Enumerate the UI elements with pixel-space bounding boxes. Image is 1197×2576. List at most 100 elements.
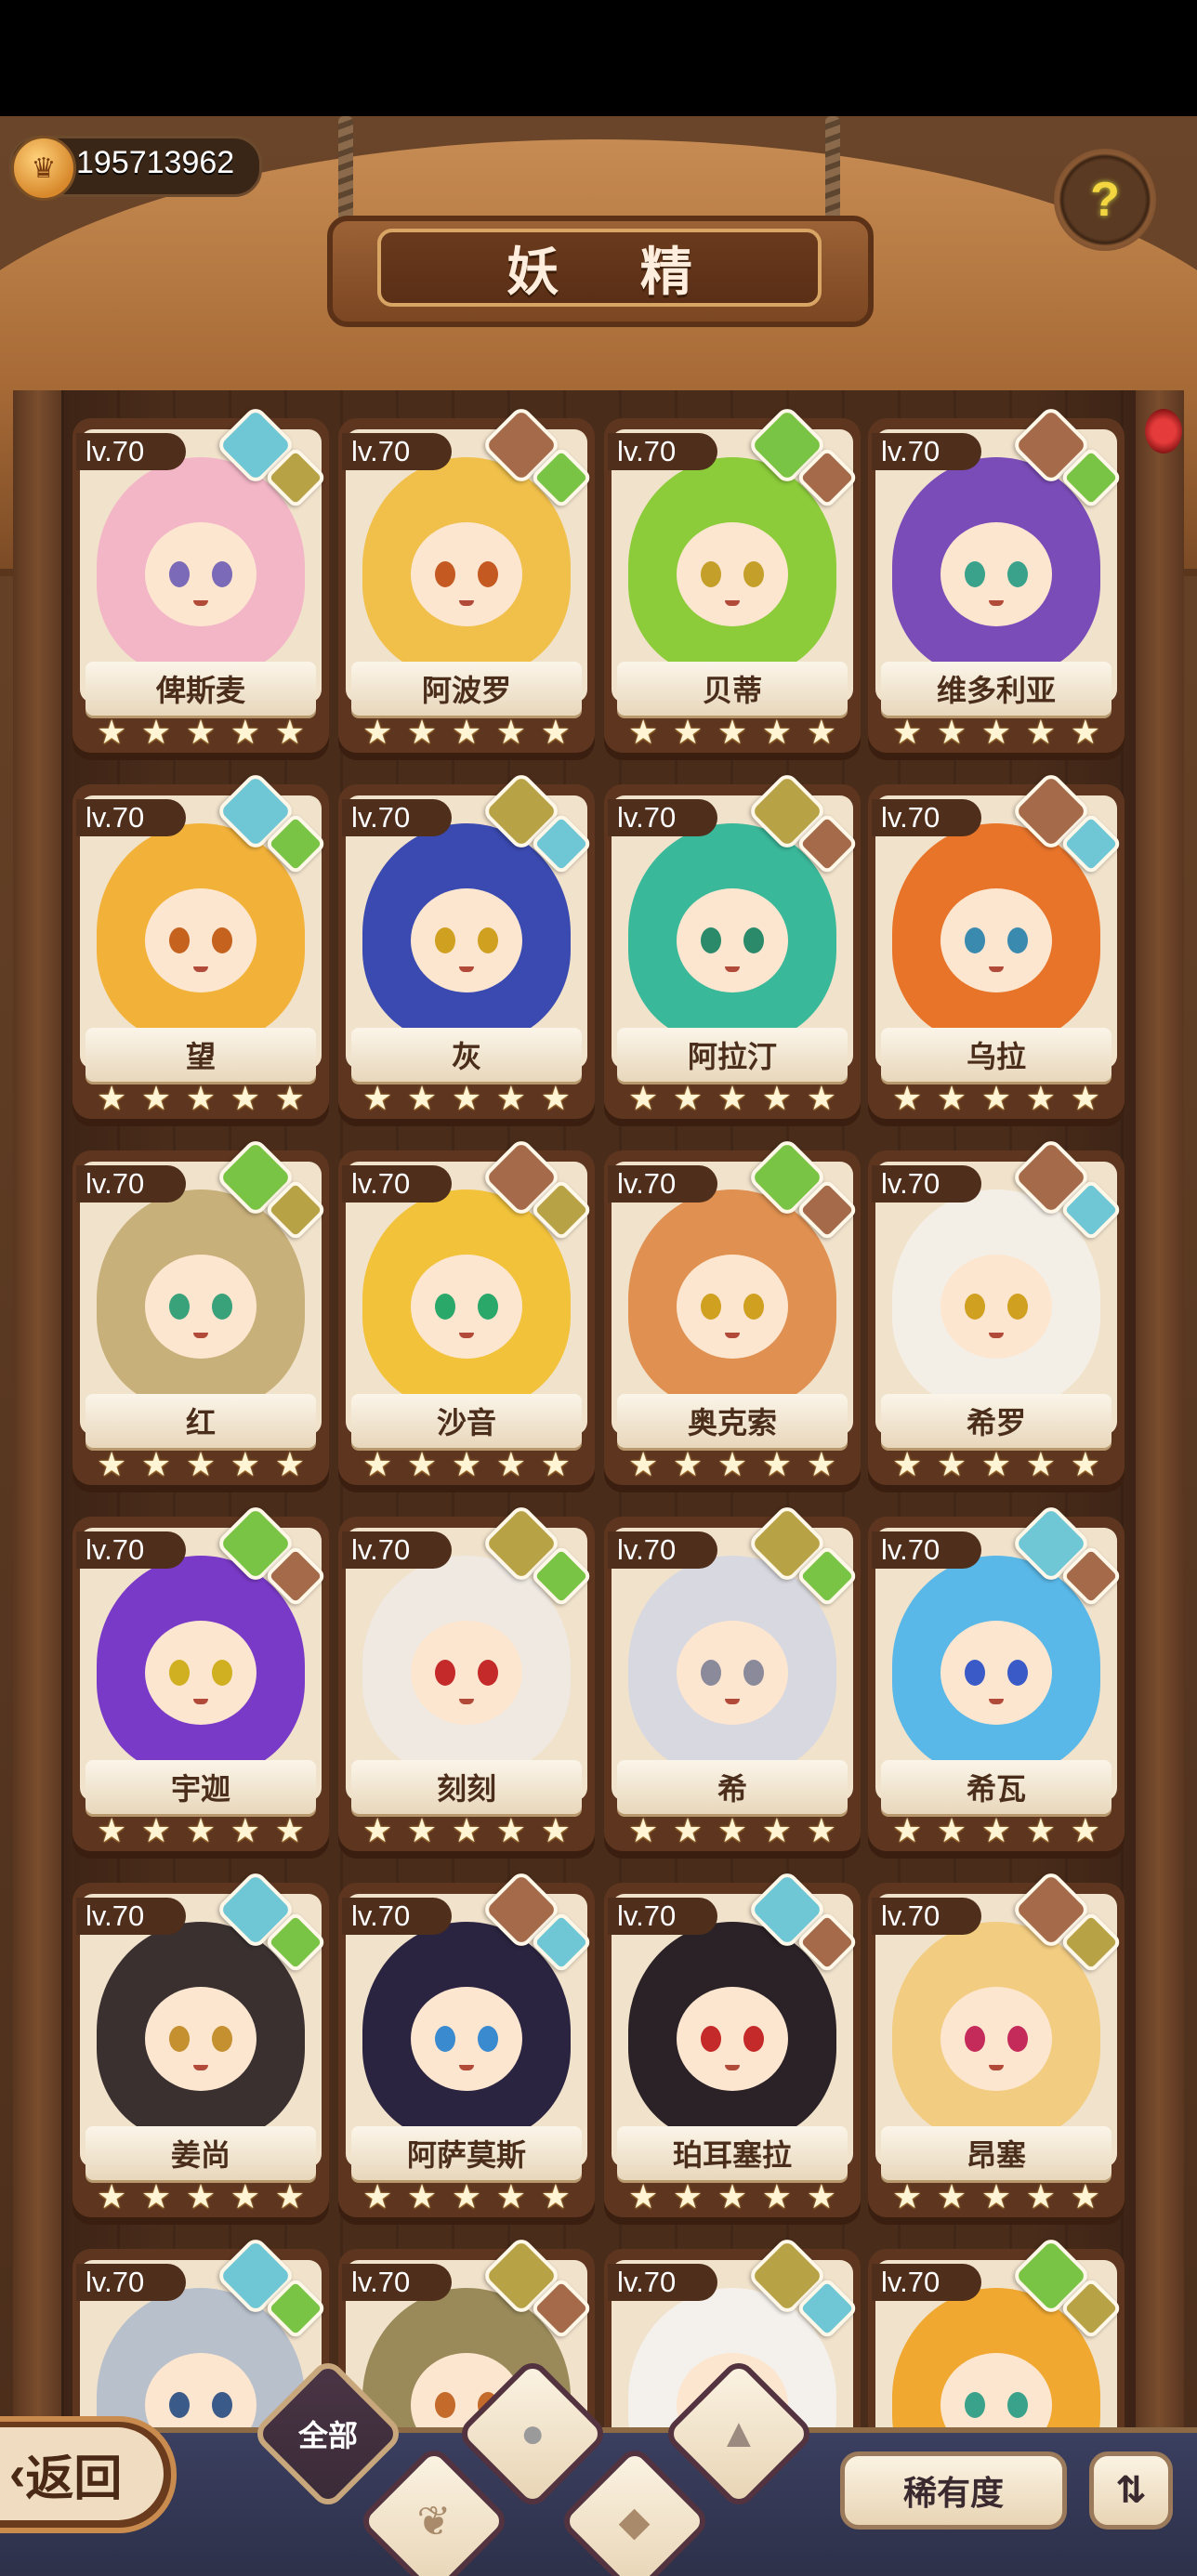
fairy-card[interactable]: lv.70 刻刻 ★ ★ ★ ★ ★ (338, 1503, 595, 1851)
fairy-card[interactable]: lv.70 希罗 ★ ★ ★ ★ ★ (868, 1137, 1125, 1485)
fairy-card[interactable]: lv.70 姜尚 ★ ★ ★ ★ ★ (72, 1869, 329, 2217)
level-tag: lv.70 (608, 799, 717, 836)
fairy-card[interactable]: lv.70 灰 ★ ★ ★ ★ ★ (338, 770, 595, 1119)
question-sprout-icon: ? (1090, 173, 1120, 227)
fairy-eye (743, 561, 764, 587)
fairy-card[interactable]: lv.70 阿波罗 ★ ★ ★ ★ ★ (338, 404, 595, 753)
star-icon: ★ (97, 713, 127, 751)
star-icon: ★ (451, 1811, 482, 1849)
fairy-mouth (725, 1699, 740, 1704)
fairy-name: 珀耳塞拉 (617, 2126, 848, 2180)
level-tag: lv.70 (342, 2264, 452, 2301)
level-tag: lv.70 (872, 1531, 981, 1569)
star-rating: ★ ★ ★ ★ ★ (97, 2178, 305, 2215)
fairy-card[interactable]: lv.70 乌拉 ★ ★ ★ ★ ★ (868, 770, 1125, 1119)
fairy-name: 贝蒂 (617, 662, 848, 716)
fairy-mouth (725, 1333, 740, 1338)
fairy-card[interactable]: lv.70 (868, 2235, 1125, 2444)
fairy-face (677, 1255, 788, 1359)
fairy-portrait (97, 457, 305, 677)
fairy-eye (701, 1294, 721, 1320)
level-tag: lv.70 (608, 1531, 717, 1569)
fairy-eye (478, 927, 498, 953)
scroll-indicator[interactable] (1145, 409, 1182, 453)
fairy-card[interactable]: lv.70 阿拉汀 ★ ★ ★ ★ ★ (604, 770, 861, 1119)
fairy-name: 沙音 (351, 1394, 582, 1448)
star-icon: ★ (540, 2177, 571, 2215)
fairy-eye (169, 1294, 190, 1320)
star-rating: ★ ★ ★ ★ ★ (628, 1446, 836, 1483)
level-tag: lv.70 (608, 433, 717, 470)
fairy-face (411, 1987, 522, 2091)
fairy-card[interactable]: lv.70 望 ★ ★ ★ ★ ★ (72, 770, 329, 1119)
fairy-name: 乌拉 (881, 1028, 1112, 1082)
fairy-face (940, 522, 1052, 626)
fairy-face (411, 1255, 522, 1359)
star-icon: ★ (936, 1445, 967, 1483)
fairy-name: 希罗 (881, 1394, 1112, 1448)
star-icon: ★ (230, 1445, 261, 1483)
star-icon: ★ (362, 1811, 393, 1849)
fairy-card[interactable]: lv.70 宇迦 ★ ★ ★ ★ ★ (72, 1503, 329, 1851)
star-icon: ★ (230, 1811, 261, 1849)
star-icon: ★ (892, 1079, 923, 1117)
star-icon: ★ (140, 1079, 172, 1117)
fairy-name: 宇迦 (86, 1760, 316, 1814)
level-tag: lv.70 (872, 1165, 981, 1203)
fairy-eye (1007, 2026, 1028, 2052)
star-rating: ★ ★ ★ ★ ★ (97, 714, 305, 751)
sort-order-button[interactable]: ⇅ (1089, 2451, 1173, 2530)
star-icon: ★ (185, 1811, 217, 1849)
star-icon: ★ (980, 2177, 1012, 2215)
fairy-mouth (989, 1699, 1004, 1704)
fairy-mouth (193, 1333, 208, 1338)
level-tag: lv.70 (342, 1165, 452, 1203)
help-button[interactable]: ? (1054, 149, 1156, 251)
fairy-card[interactable]: lv.70 希 ★ ★ ★ ★ ★ (604, 1503, 861, 1851)
fairy-mouth (725, 2065, 740, 2070)
star-icon: ★ (406, 2177, 438, 2215)
back-button[interactable]: ‹ 返回 (0, 2427, 164, 2520)
fairy-portrait (97, 1189, 305, 1409)
star-rating: ★ ★ ★ ★ ★ (97, 1080, 305, 1117)
fairy-card[interactable]: lv.70 红 ★ ★ ★ ★ ★ (72, 1137, 329, 1485)
fairy-card[interactable]: lv.70 贝蒂 ★ ★ ★ ★ ★ (604, 404, 861, 753)
fairy-card[interactable]: lv.70 阿萨莫斯 ★ ★ ★ ★ ★ (338, 1869, 595, 2217)
fairy-face (940, 1621, 1052, 1725)
fairy-eye (965, 1294, 985, 1320)
star-icon: ★ (230, 1079, 261, 1117)
star-icon: ★ (362, 2177, 393, 2215)
level-tag: lv.70 (76, 1531, 186, 1569)
fairy-eye (169, 2026, 190, 2052)
star-icon: ★ (628, 1079, 659, 1117)
fairy-name: 俾斯麦 (86, 662, 316, 716)
fairy-card[interactable]: lv.70 维多利亚 ★ ★ ★ ★ ★ (868, 404, 1125, 753)
star-rating: ★ ★ ★ ★ ★ (892, 714, 1100, 751)
fairy-card[interactable]: lv.70 昂塞 ★ ★ ★ ★ ★ (868, 1869, 1125, 2217)
star-icon: ★ (717, 1811, 748, 1849)
fairy-card[interactable]: lv.70 俾斯麦 ★ ★ ★ ★ ★ (72, 404, 329, 753)
fairy-grid-panel[interactable]: lv.70 俾斯麦 ★ ★ ★ ★ ★ lv.70 阿波罗 ★ ★ ★ ★ ★ lv.70 贝蒂 ★ ★ ★ ★ ★ lv… (61, 390, 1136, 2444)
sprout-icon: ❦ (416, 2498, 452, 2544)
star-icon: ★ (672, 2177, 704, 2215)
star-icon: ★ (362, 1079, 393, 1117)
level-tag: lv.70 (76, 1898, 186, 1935)
fairy-eye (212, 1660, 232, 1686)
star-icon: ★ (761, 2177, 793, 2215)
fairy-portrait (892, 1556, 1100, 1775)
fairy-card[interactable]: lv.70 沙音 ★ ★ ★ ★ ★ (338, 1137, 595, 1485)
fairy-portrait (362, 1189, 571, 1409)
fairy-eye (212, 1294, 232, 1320)
fairy-card[interactable]: lv.70 珀耳塞拉 ★ ★ ★ ★ ★ (604, 1869, 861, 2217)
fairy-eye (169, 927, 190, 953)
star-icon: ★ (980, 1445, 1012, 1483)
star-icon: ★ (806, 1079, 836, 1117)
fairy-card[interactable]: lv.70 奥克索 ★ ★ ★ ★ ★ (604, 1137, 861, 1485)
star-icon: ★ (1025, 1079, 1057, 1117)
level-tag: lv.70 (76, 433, 186, 470)
rarity-sort-button[interactable]: 稀有度 (840, 2451, 1067, 2530)
left-post (13, 390, 63, 2444)
fairy-card[interactable]: lv.70 希瓦 ★ ★ ★ ★ ★ (868, 1503, 1125, 1851)
star-icon: ★ (406, 1079, 438, 1117)
fairy-face (411, 1621, 522, 1725)
